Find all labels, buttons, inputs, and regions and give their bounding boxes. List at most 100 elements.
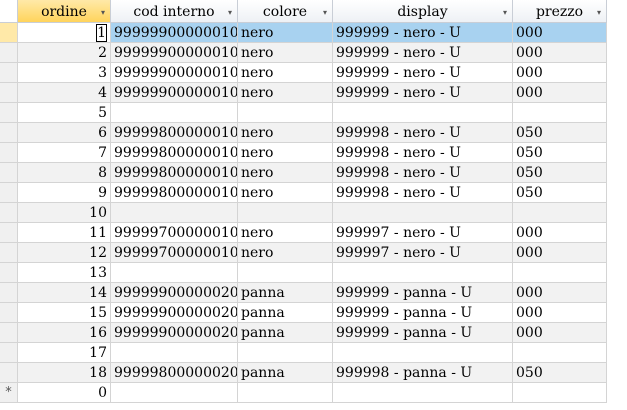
- record-selector[interactable]: [0, 243, 18, 263]
- cell-colore[interactable]: panna: [238, 303, 333, 323]
- cell-ordine[interactable]: 1: [18, 23, 111, 43]
- cell-display[interactable]: [333, 263, 513, 283]
- cell-prezzo[interactable]: 050: [513, 163, 607, 183]
- cell-display[interactable]: 999998 - nero - U: [333, 123, 513, 143]
- cell-ordine[interactable]: 11: [18, 223, 111, 243]
- cell-colore[interactable]: [238, 343, 333, 363]
- table-row[interactable]: 1 99999900000010 nero 999999 - nero - U 000: [0, 23, 607, 43]
- chevron-down-icon[interactable]: ▾: [323, 0, 327, 25]
- cell-ordine[interactable]: 12: [18, 243, 111, 263]
- record-selector[interactable]: [0, 203, 18, 223]
- cell-ordine[interactable]: 8: [18, 163, 111, 183]
- cell-cod[interactable]: 99999700000010: [111, 223, 238, 243]
- record-selector[interactable]: [0, 83, 18, 103]
- cell-display[interactable]: [333, 103, 513, 123]
- cell-colore[interactable]: nero: [238, 143, 333, 163]
- cell-display[interactable]: 999999 - nero - U: [333, 63, 513, 83]
- column-header-prezzo[interactable]: prezzo ▾: [513, 0, 607, 23]
- cell-display[interactable]: [333, 203, 513, 223]
- chevron-down-icon[interactable]: ▾: [101, 0, 105, 25]
- record-selector[interactable]: [0, 143, 18, 163]
- table-row[interactable]: 12 99999700000010 nero 999997 - nero - U 000: [0, 243, 607, 263]
- cell-ordine[interactable]: 15: [18, 303, 111, 323]
- cell-prezzo[interactable]: 000: [513, 63, 607, 83]
- record-selector[interactable]: [0, 23, 18, 43]
- cell-prezzo[interactable]: [513, 383, 607, 403]
- cell-cod[interactable]: 99999800000010: [111, 163, 238, 183]
- cell-colore[interactable]: nero: [238, 123, 333, 143]
- cell-display[interactable]: [333, 383, 513, 403]
- cell-prezzo[interactable]: 050: [513, 143, 607, 163]
- table-row[interactable]: 13: [0, 263, 607, 283]
- table-row[interactable]: 11 99999700000010 nero 999997 - nero - U 000: [0, 223, 607, 243]
- cell-cod[interactable]: 99999700000010: [111, 243, 238, 263]
- table-row[interactable]: 10: [0, 203, 607, 223]
- table-row[interactable]: 17: [0, 343, 607, 363]
- record-selector[interactable]: [0, 103, 18, 123]
- cell-colore[interactable]: [238, 263, 333, 283]
- cell-cod[interactable]: [111, 103, 238, 123]
- cell-colore[interactable]: panna: [238, 283, 333, 303]
- cell-colore[interactable]: nero: [238, 23, 333, 43]
- record-selector[interactable]: [0, 163, 18, 183]
- select-all-corner[interactable]: [0, 0, 18, 23]
- cell-prezzo[interactable]: 050: [513, 123, 607, 143]
- record-selector[interactable]: [0, 283, 18, 303]
- cell-colore[interactable]: nero: [238, 43, 333, 63]
- chevron-down-icon[interactable]: ▾: [503, 0, 507, 25]
- cell-colore[interactable]: nero: [238, 63, 333, 83]
- cell-ordine[interactable]: 13: [18, 263, 111, 283]
- column-header-ordine[interactable]: ordine ▾: [18, 0, 111, 23]
- cell-display[interactable]: 999997 - nero - U: [333, 243, 513, 263]
- cell-prezzo[interactable]: 000: [513, 303, 607, 323]
- cell-prezzo[interactable]: 050: [513, 363, 607, 383]
- column-header-colore[interactable]: colore ▾: [238, 0, 333, 23]
- cell-cod[interactable]: 99999900000020: [111, 283, 238, 303]
- cell-colore[interactable]: nero: [238, 183, 333, 203]
- cell-colore[interactable]: panna: [238, 323, 333, 343]
- cell-display[interactable]: 999999 - panna - U: [333, 303, 513, 323]
- cell-ordine[interactable]: 18: [18, 363, 111, 383]
- cell-ordine[interactable]: 0: [18, 383, 111, 403]
- cell-display[interactable]: [333, 343, 513, 363]
- record-selector[interactable]: [0, 183, 18, 203]
- cell-colore[interactable]: [238, 383, 333, 403]
- cell-prezzo[interactable]: 000: [513, 223, 607, 243]
- cell-prezzo[interactable]: 000: [513, 243, 607, 263]
- cell-prezzo[interactable]: [513, 203, 607, 223]
- record-selector[interactable]: [0, 263, 18, 283]
- cell-cod[interactable]: [111, 263, 238, 283]
- cell-prezzo[interactable]: 050: [513, 183, 607, 203]
- table-row[interactable]: 3 99999900000010 nero 999999 - nero - U 000: [0, 63, 607, 83]
- cell-ordine[interactable]: 16: [18, 323, 111, 343]
- cell-display[interactable]: 999998 - nero - U: [333, 163, 513, 183]
- record-selector[interactable]: [0, 343, 18, 363]
- cell-cod[interactable]: 99999800000010: [111, 183, 238, 203]
- cell-ordine[interactable]: 5: [18, 103, 111, 123]
- cell-prezzo[interactable]: 000: [513, 83, 607, 103]
- cell-ordine[interactable]: 3: [18, 63, 111, 83]
- cell-prezzo[interactable]: 000: [513, 43, 607, 63]
- chevron-down-icon[interactable]: ▾: [228, 0, 232, 25]
- cell-ordine[interactable]: 10: [18, 203, 111, 223]
- cell-cod[interactable]: 99999900000010: [111, 63, 238, 83]
- cell-colore[interactable]: [238, 203, 333, 223]
- cell-ordine[interactable]: 4: [18, 83, 111, 103]
- cell-display[interactable]: 999999 - nero - U: [333, 43, 513, 63]
- column-header-display[interactable]: display ▾: [333, 0, 513, 23]
- cell-ordine[interactable]: 14: [18, 283, 111, 303]
- cell-cod[interactable]: 99999900000020: [111, 323, 238, 343]
- record-selector[interactable]: [0, 323, 18, 343]
- cell-display[interactable]: 999998 - panna - U: [333, 363, 513, 383]
- cell-display[interactable]: 999999 - nero - U: [333, 23, 513, 43]
- cell-colore[interactable]: panna: [238, 363, 333, 383]
- record-selector[interactable]: *: [0, 383, 18, 403]
- cell-cod[interactable]: 99999800000010: [111, 123, 238, 143]
- cell-colore[interactable]: nero: [238, 243, 333, 263]
- cell-cod[interactable]: 99999900000020: [111, 303, 238, 323]
- table-row[interactable]: 16 99999900000020 panna 999999 - panna - U0…: [0, 323, 607, 343]
- cell-ordine[interactable]: 6: [18, 123, 111, 143]
- cell-display[interactable]: 999998 - nero - U: [333, 183, 513, 203]
- table-row[interactable]: 14 99999900000020 panna 999999 - panna - U0…: [0, 283, 607, 303]
- cell-prezzo[interactable]: 000: [513, 23, 607, 43]
